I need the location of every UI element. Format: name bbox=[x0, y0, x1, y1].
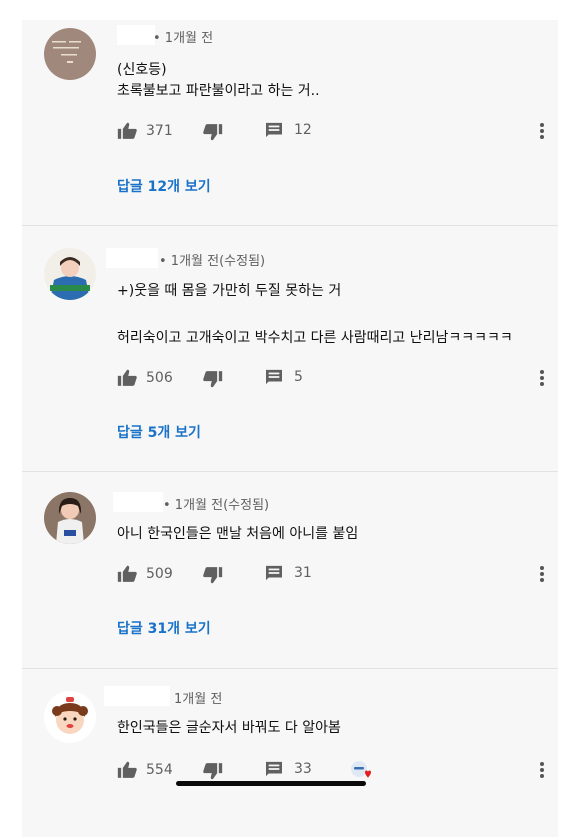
comment-text-line: 아니 한국인들은 맨날 처음에 아니를 붙임 bbox=[117, 526, 359, 542]
reply-button[interactable]: 12 bbox=[265, 122, 312, 138]
reply-count: 33 bbox=[294, 761, 312, 777]
comment-text-line: +)웃을 때 몸을 가만히 두질 못하는 거 bbox=[117, 283, 342, 299]
home-indicator-bar[interactable] bbox=[176, 781, 366, 786]
reply-button[interactable]: 5 bbox=[265, 369, 303, 385]
comment-item: • 1개월 전 (신호등) 초록불보고 파란불이라고 하는 거.. 371 12… bbox=[22, 20, 558, 225]
comments-screen: • 1개월 전 (신호등) 초록불보고 파란불이라고 하는 거.. 371 12… bbox=[22, 20, 558, 837]
reply-button[interactable]: 33 bbox=[265, 761, 312, 777]
comment-actions: 509 31 bbox=[117, 565, 547, 585]
like-count: 509 bbox=[146, 565, 173, 582]
comment-item: 1개월 전 한인국들은 글순자서 바꿔도 다 알아봄 554 33 bbox=[22, 669, 558, 837]
cartoon-girl-avatar-icon[interactable] bbox=[44, 691, 96, 743]
author-name-redacted[interactable] bbox=[117, 25, 155, 45]
more-vert-icon[interactable] bbox=[537, 760, 547, 780]
like-button[interactable]: 554 bbox=[117, 761, 173, 778]
comment-icon bbox=[265, 369, 283, 385]
comment-text-line: 초록불보고 파란불이라고 하는 거.. bbox=[117, 83, 320, 99]
comment-icon bbox=[265, 565, 283, 581]
reply-count: 5 bbox=[294, 369, 303, 385]
author-name-redacted[interactable] bbox=[106, 248, 158, 268]
comment-icon bbox=[265, 122, 283, 138]
comment-timestamp: • 1개월 전(수정됨) bbox=[163, 498, 270, 513]
view-replies-link[interactable]: 답글 5개 보기 bbox=[117, 422, 201, 442]
comment-text-line: 허리숙이고 고개숙이고 박수치고 다른 사람때리고 난리남ㅋㅋㅋㅋㅋ bbox=[117, 330, 513, 346]
thumbs-up-icon bbox=[117, 565, 137, 582]
thumbs-up-icon bbox=[117, 369, 137, 386]
creator-heart-icon bbox=[349, 759, 373, 783]
comment-timestamp: 1개월 전 bbox=[174, 692, 223, 707]
dislike-button[interactable] bbox=[203, 763, 223, 780]
dislike-button[interactable] bbox=[203, 124, 223, 141]
like-count: 371 bbox=[146, 122, 173, 139]
thumbs-down-icon bbox=[203, 371, 223, 388]
more-vert-icon[interactable] bbox=[537, 121, 547, 141]
comment-actions: 506 5 bbox=[117, 369, 547, 389]
dislike-button[interactable] bbox=[203, 567, 223, 584]
comment-text-line: 한인국들은 글순자서 바꿔도 다 알아봄 bbox=[117, 720, 341, 736]
thumbs-down-icon bbox=[203, 124, 223, 141]
comment-text-line: (신호등) bbox=[117, 62, 167, 78]
author-name-redacted[interactable] bbox=[104, 686, 170, 706]
thumbs-up-icon bbox=[117, 761, 137, 778]
like-count: 554 bbox=[146, 761, 173, 778]
author-name-redacted[interactable] bbox=[113, 492, 163, 512]
thumbs-down-icon bbox=[203, 567, 223, 584]
profile-photo-avatar-icon[interactable] bbox=[44, 492, 96, 544]
like-button[interactable]: 509 bbox=[117, 565, 173, 582]
comment-item: • 1개월 전(수정됨) +)웃을 때 몸을 가만히 두질 못하는 거 허리숙이… bbox=[22, 226, 558, 471]
like-button[interactable]: 371 bbox=[117, 122, 173, 139]
reply-button[interactable]: 31 bbox=[265, 565, 312, 581]
view-replies-link[interactable]: 답글 12개 보기 bbox=[117, 176, 211, 196]
dislike-button[interactable] bbox=[203, 371, 223, 388]
like-count: 506 bbox=[146, 369, 173, 386]
profile-photo-avatar-icon[interactable] bbox=[44, 248, 96, 300]
like-button[interactable]: 506 bbox=[117, 369, 173, 386]
thumbs-up-icon bbox=[117, 122, 137, 139]
comment-actions: 554 33 bbox=[117, 761, 547, 781]
comment-item: • 1개월 전(수정됨) 아니 한국인들은 맨날 처음에 아니를 붙임 509 … bbox=[22, 472, 558, 668]
comment-icon bbox=[265, 761, 283, 777]
reply-count: 12 bbox=[294, 122, 312, 138]
comment-timestamp: • 1개월 전 bbox=[153, 31, 214, 46]
comment-timestamp: • 1개월 전(수정됨) bbox=[159, 254, 266, 269]
comment-actions: 371 12 bbox=[117, 122, 547, 142]
view-replies-link[interactable]: 답글 31개 보기 bbox=[117, 618, 211, 638]
more-vert-icon[interactable] bbox=[537, 564, 547, 584]
reply-count: 31 bbox=[294, 565, 312, 581]
profile-text-avatar-icon[interactable] bbox=[44, 28, 96, 80]
more-vert-icon[interactable] bbox=[537, 368, 547, 388]
thumbs-down-icon bbox=[203, 763, 223, 780]
